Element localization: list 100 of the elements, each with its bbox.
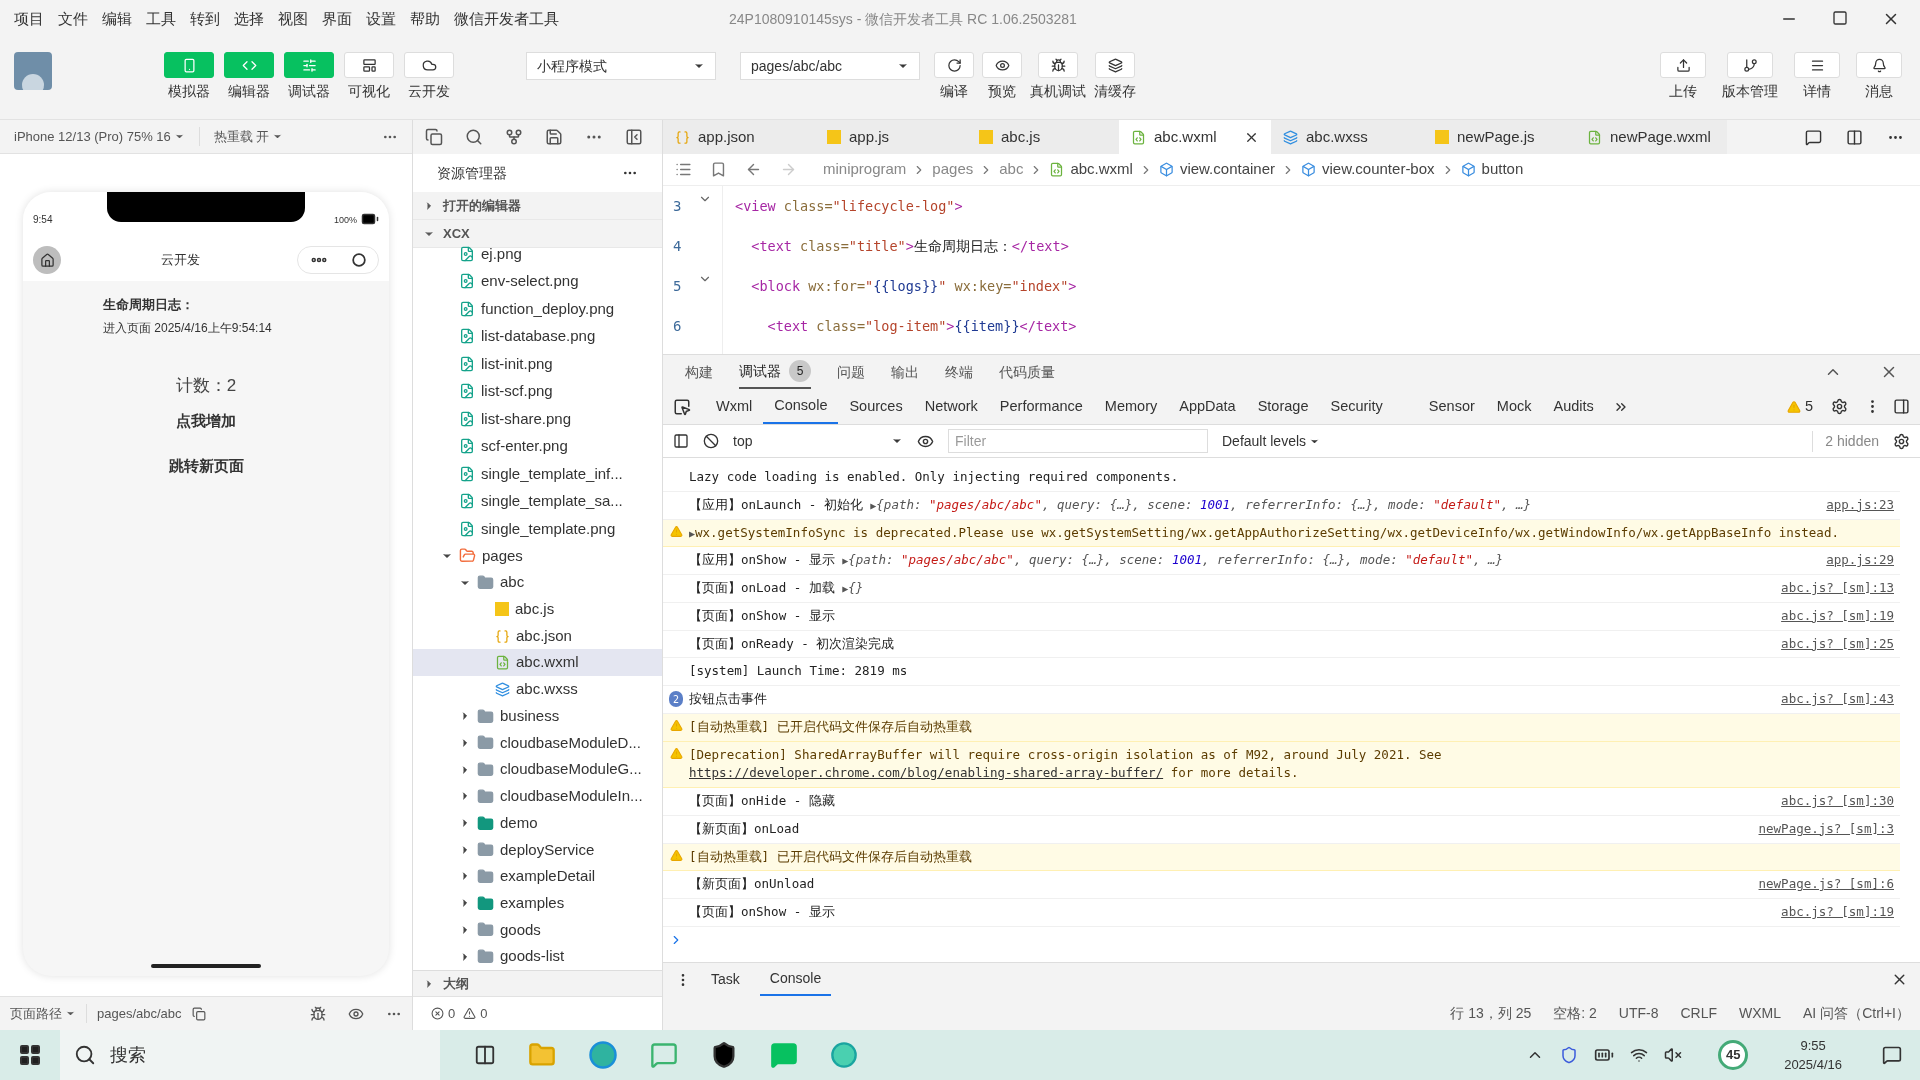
editor-tab[interactable]: newPage.wxml [1575,120,1727,154]
console-link[interactable]: https://developer.chrome.com/blog/enabling-shared-array-buffer/ [689,765,1164,781]
breadcrumb-item[interactable]: abc [999,158,1024,181]
file-tree-item[interactable]: abc.wxml [413,649,662,677]
menu-item[interactable]: 界面 [322,7,352,31]
comment-icon[interactable] [1805,128,1822,146]
section-header[interactable]: 打开的编辑器 [413,192,662,220]
source-link[interactable]: abc.js? [sm]:13 [1781,579,1894,598]
files-icon[interactable] [425,128,443,146]
editor-tab[interactable]: app.js [815,120,967,154]
maximize-icon[interactable] [1832,10,1848,26]
notifications-icon[interactable] [1882,1045,1902,1065]
upload-icon[interactable] [1660,52,1706,78]
search-field[interactable]: 搜索 [60,1030,440,1080]
file-tree-item[interactable]: pages [413,542,662,570]
devtools-tab[interactable]: AppData [1168,389,1247,424]
breadcrumb-item[interactable]: pages [932,158,974,181]
panel-tab[interactable]: 代码质量 [999,355,1055,389]
split-icon[interactable] [1846,128,1863,146]
panel-tab[interactable]: 输出 [891,355,919,389]
wifi-icon[interactable] [1630,1046,1649,1064]
sidebar-icon[interactable] [673,433,689,449]
source-link[interactable]: abc.js? [sm]:30 [1781,792,1894,811]
file-tree-item[interactable]: cloudbaseModuleIn... [413,782,662,810]
file-tree-item[interactable]: deployService [413,836,662,864]
eye-icon[interactable] [982,52,1022,78]
save-icon[interactable] [545,128,563,146]
file-tree-item[interactable]: single_template_sa... [413,487,662,515]
home-button[interactable] [33,246,61,274]
file-tree-item[interactable]: goods-list [413,943,662,970]
file-tree-item[interactable]: examples [413,889,662,917]
file-tree-item[interactable]: abc.json [413,622,662,650]
toolbar-toggle[interactable] [164,52,214,78]
section-header[interactable]: XCX [413,220,662,248]
source-link[interactable]: app.js:29 [1826,551,1894,570]
devtools-tab[interactable]: Sensor [1417,389,1486,424]
bug-icon[interactable] [1038,52,1078,78]
source-link[interactable]: abc.js? [sm]:19 [1781,606,1894,626]
file-tree-item[interactable]: list-init.png [413,350,662,378]
source-link[interactable]: abc.js? [sm]:25 [1781,634,1894,654]
menu-item[interactable]: 文件 [58,7,88,31]
devtools-tab[interactable]: Storage [1246,389,1320,424]
file-tree-item[interactable]: business [413,702,662,730]
file-tree-item[interactable]: single_template_inf... [413,460,662,488]
page-select[interactable]: pages/abc/abc [740,52,920,80]
copy-icon[interactable] [191,1006,206,1021]
levels-select[interactable]: Default levels [1222,430,1321,452]
devtools-tab[interactable]: Performance [988,389,1094,424]
file-tree-item[interactable]: function_deploy.png [413,295,662,323]
editor-tab[interactable]: app.json [663,120,815,154]
menu-item[interactable]: 项目 [14,7,44,31]
file-tree-item[interactable]: cloudbaseModuleG... [413,756,662,783]
task-view-icon[interactable] [474,1044,496,1066]
settings-icon[interactable] [1893,432,1910,450]
shield-icon[interactable] [1560,1046,1579,1064]
source-link[interactable]: abc.js? [sm]:19 [1781,903,1894,922]
refresh-icon[interactable] [934,52,974,78]
start-icon[interactable] [18,1043,42,1067]
menu-item[interactable]: 视图 [278,7,308,31]
dock-icon[interactable] [1893,398,1910,415]
devtools-tab[interactable]: Security [1319,389,1394,424]
menu-item[interactable]: 选择 [234,7,264,31]
bookmark-icon[interactable] [710,161,727,178]
editor-tab[interactable]: newPage.js [1423,120,1575,154]
status-item[interactable]: 行 13，列 25 [1450,1002,1532,1024]
status-item[interactable]: 空格: 2 [1553,1002,1597,1024]
drawer-tab[interactable]: Task [701,963,750,996]
menu-item[interactable]: 微信开发者工具 [454,7,559,31]
file-tree-item[interactable]: single_template.png [413,515,662,543]
file-tree-item[interactable]: list-share.png [413,405,662,433]
status-item[interactable]: UTF-8 [1618,1002,1659,1024]
devtools-tab[interactable]: Mock [1485,389,1543,424]
editor-tab[interactable]: abc.js [967,120,1119,154]
menu-item[interactable]: 帮助 [410,7,440,31]
mode-select[interactable]: 小程序模式 [526,52,716,80]
bug-icon[interactable] [310,1005,326,1022]
context-select[interactable]: top [733,430,903,452]
status-item[interactable]: AI 问答（Ctrl+I） [1803,1002,1910,1024]
menu-item[interactable]: 编辑 [102,7,132,31]
devtools-tab[interactable]: Network [913,389,989,424]
panel-tab[interactable]: 问题 [837,355,865,389]
source-link[interactable]: abc.js? [sm]:43 [1781,690,1894,709]
breadcrumb-item[interactable]: button [1481,158,1524,181]
file-tree-item[interactable]: list-database.png [413,322,662,350]
back-icon[interactable] [745,161,762,178]
panel-tab[interactable]: 终端 [945,355,973,389]
devtools-tab[interactable]: Console [763,389,839,424]
source-link[interactable]: newPage.js? [sm]:6 [1758,875,1894,894]
editor-tab[interactable]: abc.wxml [1119,120,1271,154]
menu-icon[interactable] [1794,52,1840,78]
file-tree-item[interactable]: abc [413,569,662,596]
breadcrumb-item[interactable]: view.container [1179,158,1275,181]
devtools-tab[interactable]: Memory [1093,389,1169,424]
devtools-tab[interactable]: Sources [838,389,914,424]
status-item[interactable]: CRLF [1680,1002,1718,1024]
hot-reload-toggle[interactable]: 热重载 开 [198,126,298,147]
file-tree-item[interactable]: cloudbaseModuleD... [413,729,662,757]
breadcrumb-item[interactable]: view.counter-box [1322,158,1435,181]
section-header[interactable]: 大纲 [413,970,662,996]
editor-tab[interactable]: abc.wxss [1271,120,1423,154]
